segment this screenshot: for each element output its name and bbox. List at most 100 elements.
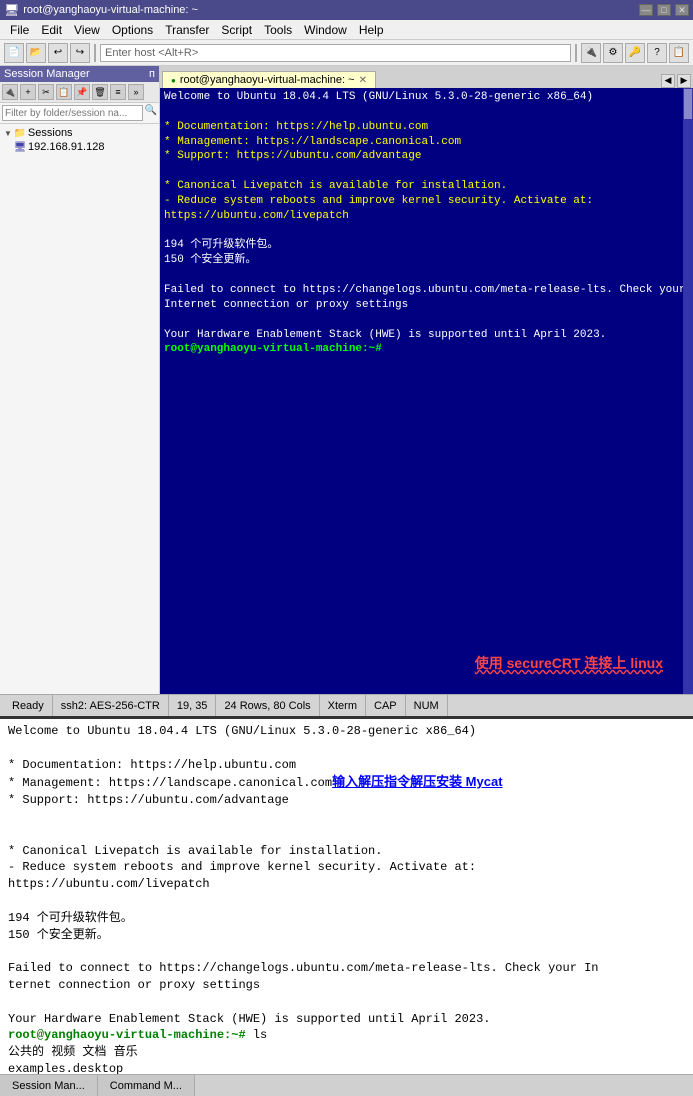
minimize-button[interactable]: — — [639, 4, 653, 16]
lt-line-ls-out2: examples.desktop — [8, 1061, 685, 1074]
status-num: NUM — [406, 695, 448, 716]
lt-line-blank1 — [8, 740, 685, 757]
term-line-url: https://ubuntu.com/livepatch — [164, 209, 689, 224]
menu-view[interactable]: View — [68, 20, 106, 39]
sessions-arrow-icon: ▼ — [4, 129, 12, 138]
tree-item-host[interactable]: 🖥 192.168.91.128 — [12, 140, 157, 154]
lt-line-failed: Failed to connect to https://changelogs.… — [8, 960, 685, 977]
scrollbar-thumb — [684, 89, 692, 119]
tab-bar: ● root@yanghaoyu-virtual-machine: ~ ✕ ◀ … — [160, 66, 693, 88]
host-icon: 🖥 — [14, 141, 26, 153]
lt-line-prompt1: root@yanghaoyu-virtual-machine:~# ls — [8, 1027, 685, 1044]
term-line-blank5 — [164, 313, 689, 328]
bottom-tab-command[interactable]: Command M... — [98, 1075, 195, 1096]
tab-nav-right[interactable]: ▶ — [677, 74, 691, 88]
term-line-blank4 — [164, 268, 689, 283]
sessions-label: Sessions — [28, 127, 73, 139]
term-line-prompt: root@yanghaoyu-virtual-machine:~# — [164, 342, 689, 357]
status-caps: CAP — [366, 695, 406, 716]
menu-edit[interactable]: Edit — [35, 20, 68, 39]
window-title: root@yanghaoyu-virtual-machine: ~ — [23, 4, 198, 16]
search-icon[interactable]: 🔍 — [145, 105, 157, 121]
tab-nav-left[interactable]: ◀ — [661, 74, 675, 88]
term-line-reduce: - Reduce system reboots and improve kern… — [164, 194, 689, 209]
menu-help[interactable]: Help — [353, 20, 390, 39]
session-panel-header: Session Manager п — [0, 66, 159, 82]
lt-line-doc: * Documentation: https://help.ubuntu.com — [8, 757, 685, 774]
term-line-livepatch: * Canonical Livepatch is available for i… — [164, 179, 689, 194]
menu-file[interactable]: File — [4, 20, 35, 39]
menu-transfer[interactable]: Transfer — [159, 20, 215, 39]
lt-line-blank6 — [8, 994, 685, 1011]
toolbar-key[interactable]: 🔑 — [625, 43, 645, 63]
lt-line-security: 150 个安全更新。 — [8, 927, 685, 944]
term-line-blank1 — [164, 105, 689, 120]
close-button[interactable]: ✕ — [675, 4, 689, 16]
lt-line-blank5 — [8, 943, 685, 960]
menu-options[interactable]: Options — [106, 20, 159, 39]
tree-item-sessions[interactable]: ▼ 📁 Sessions — [2, 126, 157, 140]
session-panel-pin[interactable]: п — [149, 68, 155, 80]
lt-line-ls-out1: 公共的 视频 文档 音乐 — [8, 1044, 685, 1061]
session-panel-title: Session Manager — [4, 68, 90, 80]
term-line-blank3 — [164, 224, 689, 239]
toolbar-forward[interactable]: ↪ — [70, 43, 90, 63]
maximize-button[interactable]: □ — [657, 4, 671, 16]
tab-close-button[interactable]: ✕ — [359, 75, 367, 86]
address-input[interactable] — [100, 44, 571, 62]
toolbar-new[interactable]: 📄 — [4, 43, 24, 63]
session-search-input[interactable] — [2, 105, 143, 121]
toolbar-open[interactable]: 📂 — [26, 43, 46, 63]
session-tb-new[interactable]: + — [20, 84, 36, 100]
terminal-content[interactable]: Welcome to Ubuntu 18.04.4 LTS (GNU/Linux… — [160, 88, 693, 694]
tab-label: root@yanghaoyu-virtual-machine: ~ — [180, 74, 355, 86]
tab-navigation: ◀ ▶ — [661, 74, 691, 88]
term-line-1: Welcome to Ubuntu 18.04.4 LTS (GNU/Linux… — [164, 90, 689, 105]
menu-script[interactable]: Script — [215, 20, 258, 39]
session-tb-paste[interactable]: 📌 — [74, 84, 90, 100]
toolbar-connect[interactable]: 🔌 — [581, 43, 601, 63]
session-tb-delete[interactable]: 🗑 — [92, 84, 108, 100]
lt-line-1: Welcome to Ubuntu 18.04.4 LTS (GNU/Linux… — [8, 723, 685, 740]
session-tb-cut[interactable]: ✂ — [38, 84, 54, 100]
terminal-area: ● root@yanghaoyu-virtual-machine: ~ ✕ ◀ … — [160, 66, 693, 694]
session-panel: Session Manager п 🔌 + ✂ 📋 📌 🗑 ≡ » 🔍 ▼ 📁 … — [0, 66, 160, 694]
lt-line-url: https://ubuntu.com/livepatch — [8, 876, 685, 893]
toolbar-extra[interactable]: 📋 — [669, 43, 689, 63]
lt-line-blank2 — [8, 809, 685, 826]
menu-bar: File Edit View Options Transfer Script T… — [0, 20, 693, 40]
session-tree: ▼ 📁 Sessions 🖥 192.168.91.128 — [0, 124, 159, 694]
term-line-upgrades: 194 个可升级软件包。 — [164, 238, 689, 253]
session-tb-props[interactable]: ≡ — [110, 84, 126, 100]
session-tb-copy[interactable]: 📋 — [56, 84, 72, 100]
menu-tools[interactable]: Tools — [258, 20, 298, 39]
main-layout: Session Manager п 🔌 + ✂ 📋 📌 🗑 ≡ » 🔍 ▼ 📁 … — [0, 66, 693, 694]
toolbar-settings[interactable]: ⚙ — [603, 43, 623, 63]
status-bar: Ready ssh2: AES-256-CTR 19, 35 24 Rows, … — [0, 694, 693, 716]
tab-main[interactable]: ● root@yanghaoyu-virtual-machine: ~ ✕ — [162, 71, 376, 88]
annotation-mycat: 输入解压指令解压安装 Mycat — [332, 774, 502, 789]
term-line-doc: * Documentation: https://help.ubuntu.com — [164, 120, 689, 135]
title-bar-controls[interactable]: — □ ✕ — [639, 4, 689, 16]
host-label: 192.168.91.128 — [28, 141, 104, 153]
toolbar: 📄 📂 ↩ ↪ 🔌 ⚙ 🔑 ? 📋 — [0, 40, 693, 66]
lt-line-mgmt: * Management: https://landscape.canonica… — [8, 773, 685, 792]
toolbar-back[interactable]: ↩ — [48, 43, 68, 63]
terminal-scrollbar[interactable] — [683, 88, 693, 694]
toolbar-help[interactable]: ? — [647, 43, 667, 63]
session-tb-connect[interactable]: 🔌 — [2, 84, 18, 100]
lt-line-upgrades: 194 个可升级软件包。 — [8, 910, 685, 927]
term-line-blank2 — [164, 164, 689, 179]
bottom-tabs: Session Man... Command M... — [0, 1074, 693, 1096]
session-search: 🔍 — [0, 103, 159, 124]
bottom-tab-session[interactable]: Session Man... — [0, 1075, 98, 1096]
lt-line-livepatch: * Canonical Livepatch is available for i… — [8, 843, 685, 860]
menu-window[interactable]: Window — [298, 20, 353, 39]
bottom-tab-command-label: Command M... — [110, 1080, 182, 1092]
lt-line-support: * Support: https://ubuntu.com/advantage — [8, 792, 685, 809]
session-tb-more[interactable]: » — [128, 84, 144, 100]
lt-line-proxy: ternet connection or proxy settings — [8, 977, 685, 994]
lower-terminal[interactable]: Welcome to Ubuntu 18.04.4 LTS (GNU/Linux… — [0, 716, 693, 1074]
app-icon: 🖥 — [4, 3, 19, 17]
bottom-tab-session-label: Session Man... — [12, 1080, 85, 1092]
